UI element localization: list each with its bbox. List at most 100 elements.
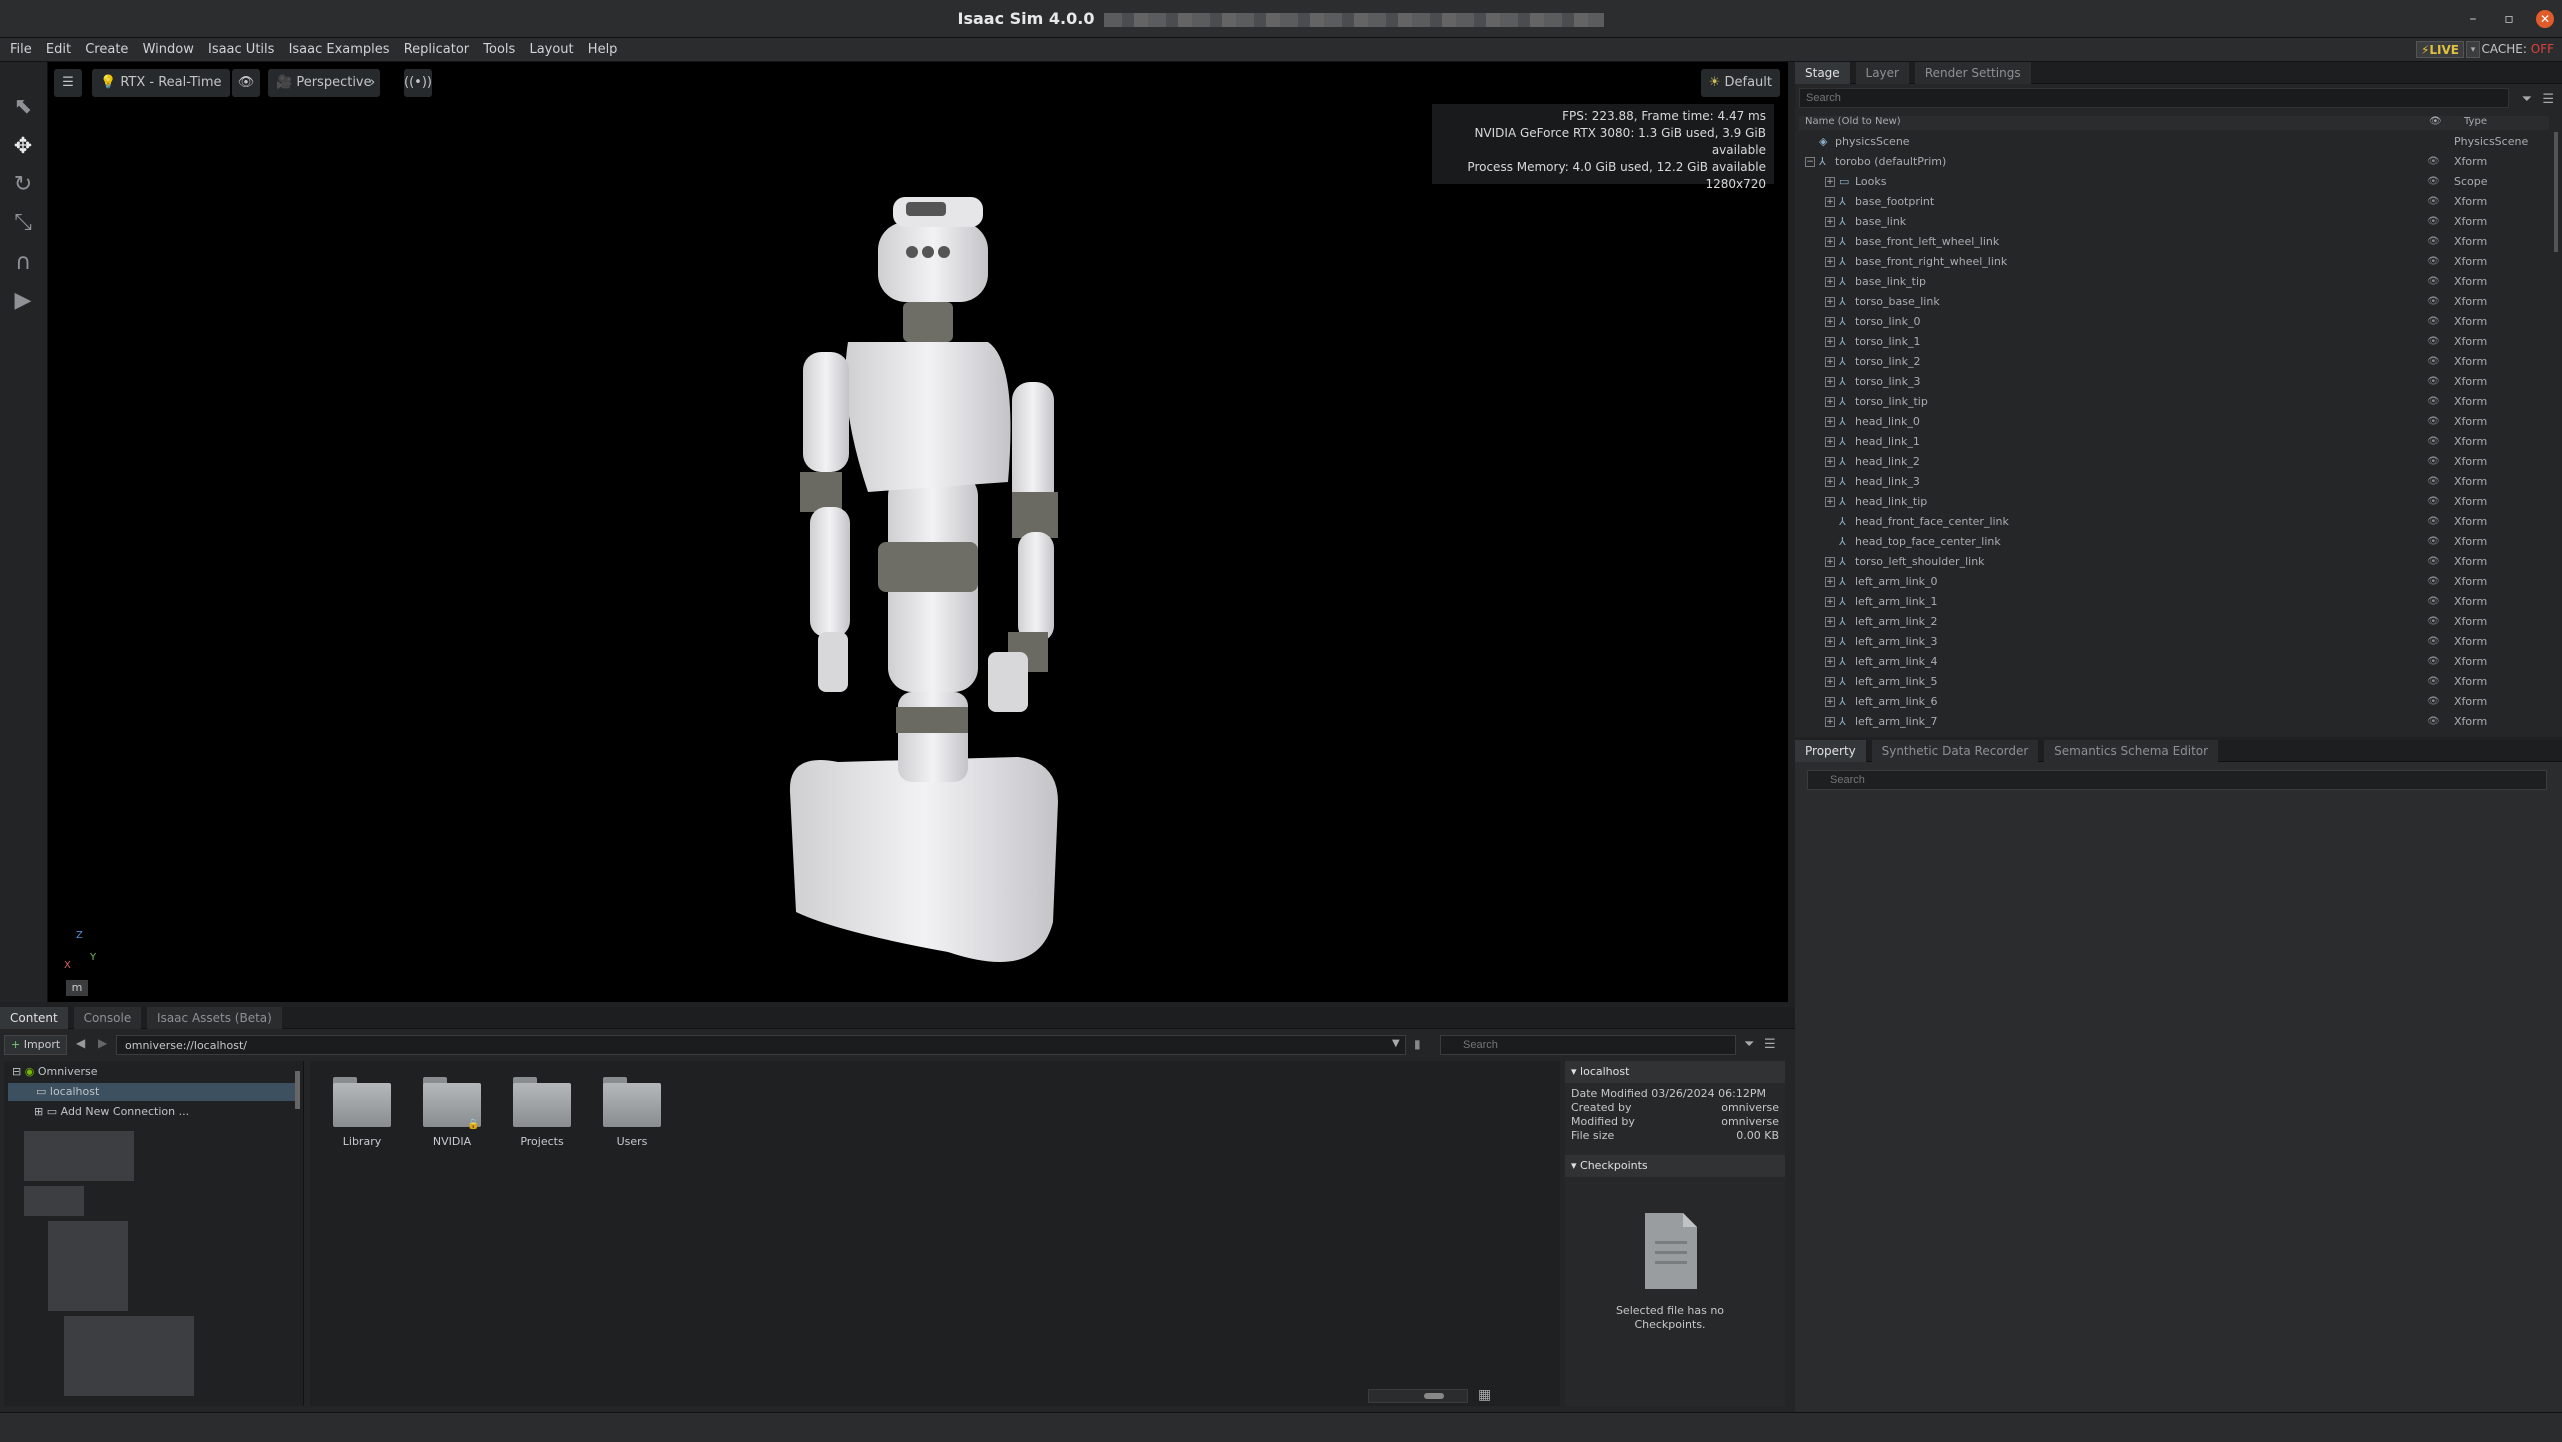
expand-icon[interactable]: +: [1825, 617, 1835, 627]
visibility-eye-icon[interactable]: 👁: [2427, 272, 2440, 292]
visibility-eye-icon[interactable]: 👁: [2427, 332, 2440, 352]
visibility-eye-icon[interactable]: 👁: [2427, 292, 2440, 312]
camera-button[interactable]: 🎥 Perspective: [268, 69, 380, 97]
visibility-eye-icon[interactable]: 👁: [2427, 652, 2440, 672]
stage-row[interactable]: + ⅄ torso_link_2 👁 Xform: [1795, 352, 2555, 372]
visibility-eye-icon[interactable]: 👁: [2427, 712, 2440, 732]
menu-isaac-examples[interactable]: Isaac Examples: [284, 38, 395, 61]
stage-row[interactable]: + ⅄ base_front_right_wheel_link 👁 Xform: [1795, 252, 2555, 272]
expand-icon[interactable]: +: [1825, 457, 1835, 467]
visibility-eye-icon[interactable]: 👁: [2427, 232, 2440, 252]
expand-icon[interactable]: +: [1825, 657, 1835, 667]
expand-icon[interactable]: +: [1825, 717, 1835, 727]
stage-row[interactable]: + ⅄ left_arm_link_4 👁 Xform: [1795, 652, 2555, 672]
cache-status[interactable]: CACHE: OFF: [2482, 42, 2554, 56]
stage-row[interactable]: + ▭ Looks 👁 Scope: [1795, 172, 2555, 192]
visibility-eye-icon[interactable]: 👁: [2427, 572, 2440, 592]
robot-model[interactable]: [718, 152, 1138, 972]
select-arrow-icon[interactable]: ⬉: [8, 92, 38, 122]
path-field[interactable]: omniverse://localhost/: [116, 1035, 1406, 1055]
stage-search-input[interactable]: [1799, 88, 2509, 108]
visibility-eye-icon[interactable]: 👁: [2427, 552, 2440, 572]
stage-row[interactable]: + ⅄ base_link 👁 Xform: [1795, 212, 2555, 232]
filter-icon[interactable]: ⏷: [2522, 92, 2532, 107]
stage-row[interactable]: + ⅄ head_link_0 👁 Xform: [1795, 412, 2555, 432]
stage-row[interactable]: + ⅄ torso_link_0 👁 Xform: [1795, 312, 2555, 332]
stage-row[interactable]: + ⅄ torso_link_tip 👁 Xform: [1795, 392, 2555, 412]
expand-icon[interactable]: +: [1825, 197, 1835, 207]
forward-arrow-icon[interactable]: ▶: [98, 1036, 107, 1050]
rotate-tool-icon[interactable]: ↻: [8, 170, 38, 200]
visibility-eye-icon[interactable]: 👁: [2427, 492, 2440, 512]
content-search-input[interactable]: [1440, 1035, 1736, 1055]
stage-row[interactable]: + ⅄ head_link_1 👁 Xform: [1795, 432, 2555, 452]
thumbnail-size-slider[interactable]: [1368, 1389, 1468, 1403]
expand-icon[interactable]: +: [1825, 437, 1835, 447]
snap-magnet-icon[interactable]: ∩: [8, 248, 38, 278]
minimize-icon[interactable]: –: [2464, 10, 2482, 28]
stage-row[interactable]: + ⅄ head_link_2 👁 Xform: [1795, 452, 2555, 472]
folder-projects[interactable]: Projects: [502, 1077, 582, 1148]
expand-icon[interactable]: +: [1825, 337, 1835, 347]
menu-window[interactable]: Window: [138, 38, 199, 61]
visibility-eye-icon[interactable]: 👁: [2427, 532, 2440, 552]
grid-view-icon[interactable]: ▦: [1478, 1387, 1491, 1403]
menu-tools[interactable]: Tools: [478, 38, 520, 61]
visibility-eye-icon[interactable]: 👁: [2427, 512, 2440, 532]
live-button[interactable]: ⚡LIVE: [2415, 41, 2464, 58]
expand-icon[interactable]: +: [1825, 177, 1835, 187]
close-icon[interactable]: ✕: [2536, 10, 2554, 28]
expand-icon[interactable]: +: [1825, 357, 1835, 367]
tab-property[interactable]: Property: [1795, 740, 1866, 762]
visibility-eye-icon[interactable]: 👁: [2427, 632, 2440, 652]
stage-row[interactable]: + ⅄ base_front_left_wheel_link 👁 Xform: [1795, 232, 2555, 252]
detail-header[interactable]: ▾ localhost: [1565, 1061, 1785, 1083]
menu-edit[interactable]: Edit: [41, 38, 76, 61]
stage-row[interactable]: + ⅄ left_arm_link_5 👁 Xform: [1795, 672, 2555, 692]
stage-row[interactable]: + ⅄ head_link_3 👁 Xform: [1795, 472, 2555, 492]
stage-row[interactable]: ⅄ head_front_face_center_link 👁 Xform: [1795, 512, 2555, 532]
stage-row[interactable]: + ⅄ left_arm_link_0 👁 Xform: [1795, 572, 2555, 592]
visibility-eye-icon[interactable]: 👁: [2427, 192, 2440, 212]
visibility-eye-icon[interactable]: 👁: [2427, 352, 2440, 372]
expand-icon[interactable]: +: [1825, 417, 1835, 427]
expand-icon[interactable]: +: [1825, 477, 1835, 487]
checkpoints-header[interactable]: ▾ Checkpoints: [1565, 1155, 1785, 1177]
visibility-eye-icon[interactable]: 👁: [2427, 172, 2440, 192]
expand-icon[interactable]: +: [1825, 577, 1835, 587]
expand-icon[interactable]: +: [1825, 377, 1835, 387]
play-icon[interactable]: ▶: [8, 286, 38, 316]
expand-icon[interactable]: +: [1825, 277, 1835, 287]
tab-content[interactable]: Content: [0, 1007, 68, 1029]
stage-row[interactable]: + ⅄ torso_link_1 👁 Xform: [1795, 332, 2555, 352]
content-filter-icon[interactable]: ⏷: [1744, 1037, 1754, 1052]
chevron-right-icon[interactable]: ›: [370, 69, 382, 97]
renderer-button[interactable]: 💡 RTX - Real-Time: [92, 69, 230, 97]
move-tool-icon[interactable]: ✥: [8, 132, 38, 162]
stage-row[interactable]: + ⅄ left_arm_link_2 👁 Xform: [1795, 612, 2555, 632]
collapse-icon[interactable]: −: [1805, 157, 1815, 167]
visibility-eye-icon[interactable]: 👁: [2427, 432, 2440, 452]
menu-help[interactable]: Help: [583, 38, 623, 61]
column-name[interactable]: Name (Old to New): [1805, 116, 1901, 127]
stage-row[interactable]: + ⅄ left_arm_link_3 👁 Xform: [1795, 632, 2555, 652]
visibility-eye-icon[interactable]: 👁: [2427, 472, 2440, 492]
eye-icon[interactable]: 👁: [232, 69, 260, 97]
maximize-icon[interactable]: ▫: [2500, 10, 2518, 28]
folder-library[interactable]: Library: [322, 1077, 402, 1148]
stage-row[interactable]: + ⅄ head_link_tip 👁 Xform: [1795, 492, 2555, 512]
tab-semantics-schema-editor[interactable]: Semantics Schema Editor: [2044, 740, 2219, 762]
stage-row[interactable]: + ⅄ base_footprint 👁 Xform: [1795, 192, 2555, 212]
expand-icon[interactable]: +: [1825, 297, 1835, 307]
menu-icon[interactable]: ☰: [2542, 92, 2554, 107]
expand-icon[interactable]: +: [1825, 397, 1835, 407]
stage-scrollbar[interactable]: [2554, 132, 2558, 252]
tab-console[interactable]: Console: [73, 1007, 142, 1029]
expand-icon[interactable]: +: [1825, 637, 1835, 647]
column-type[interactable]: Type: [2464, 116, 2487, 127]
tab-synthetic-data-recorder[interactable]: Synthetic Data Recorder: [1871, 740, 2039, 762]
lighting-button[interactable]: ☀ Default: [1700, 69, 1780, 97]
stage-row[interactable]: + ⅄ left_arm_link_1 👁 Xform: [1795, 592, 2555, 612]
back-arrow-icon[interactable]: ◀: [76, 1036, 85, 1050]
expand-icon[interactable]: +: [1825, 677, 1835, 687]
